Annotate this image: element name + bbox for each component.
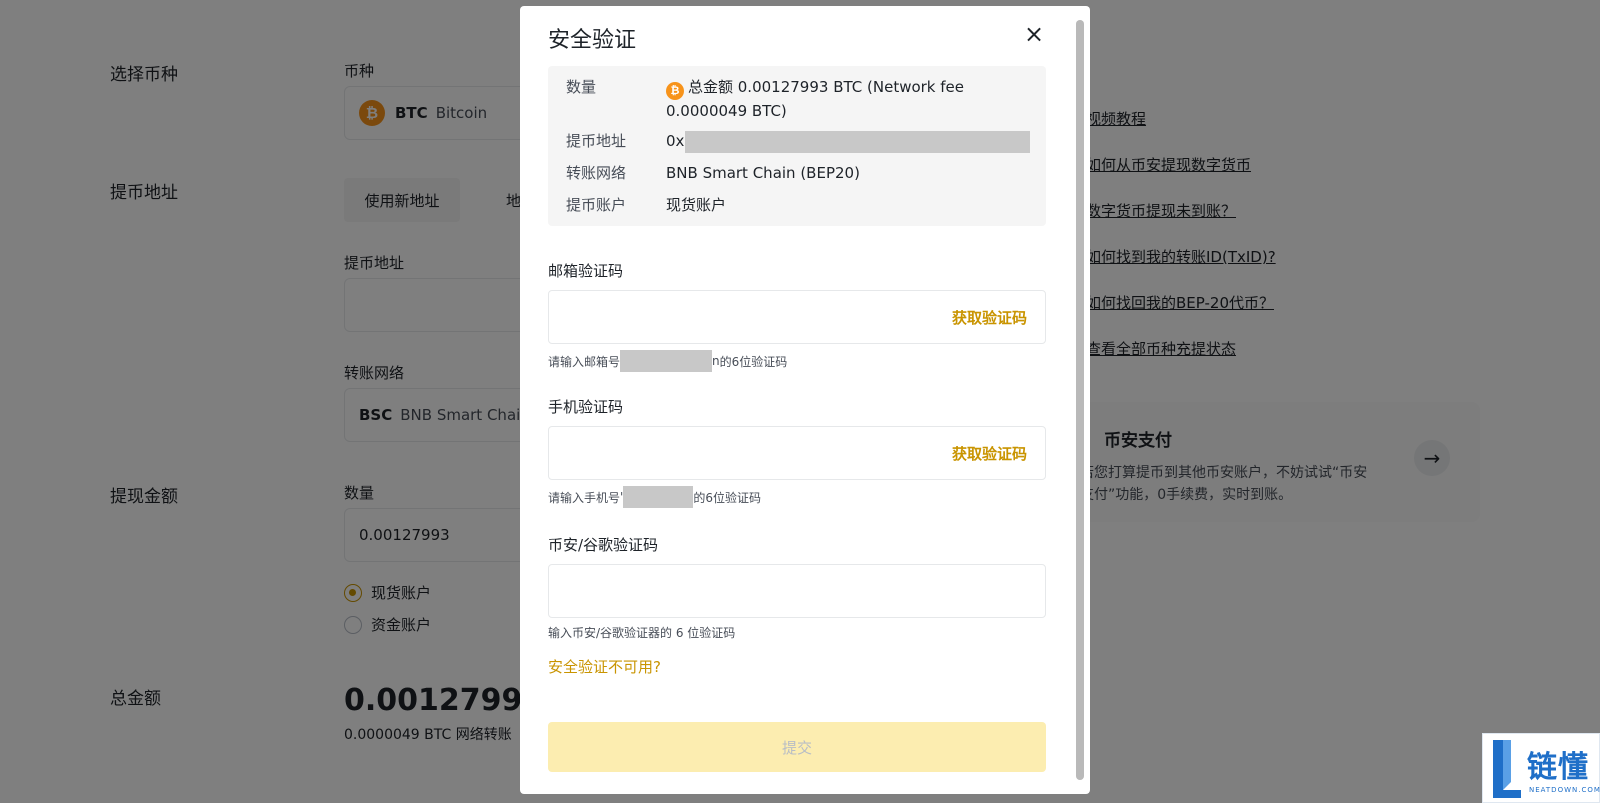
neatdown-logo-icon — [1493, 740, 1521, 798]
summary-address-label: 提币地址 — [566, 132, 627, 150]
summary-amount-value: 总金额 0.00127993 BTC (Network fee 0.000004… — [666, 78, 964, 120]
authenticator-code-hint: 输入币安/谷歌验证器的 6 位验证码 — [548, 626, 736, 640]
watermark-text: 链懂 — [1527, 750, 1589, 785]
security-unavailable-link[interactable]: 安全验证不可用? — [548, 656, 661, 677]
withdraw-summary: 数量 ₿ 总金额 0.00127993 BTC (Network fee 0.00… — [548, 66, 1046, 226]
scrollbar-thumb[interactable] — [1076, 20, 1084, 780]
authenticator-code-label: 币安/谷歌验证码 — [548, 536, 659, 554]
email-hint-mid: n — [712, 354, 720, 368]
modal-title: 安全验证 — [548, 28, 637, 53]
close-icon[interactable]: × — [1024, 20, 1044, 48]
security-verification-modal: 安全验证 × 数量 ₿ 总金额 0.00127993 BTC (Network f… — [520, 6, 1090, 794]
summary-network-label: 转账网络 — [566, 164, 627, 182]
summary-account-label: 提币账户 — [566, 196, 627, 214]
watermark-logo: 链懂 NEATDOWN.COM — [1482, 733, 1600, 803]
authenticator-code-input[interactable] — [548, 564, 1046, 618]
redacted-phone — [623, 486, 694, 508]
modal-scrollbar[interactable] — [1076, 20, 1084, 780]
summary-amount-label: 数量 — [566, 78, 597, 96]
email-code-hint: 请输入邮箱号 n 的6位验证码 — [548, 350, 787, 372]
summary-network-value: BNB Smart Chain (BEP20) — [666, 164, 860, 182]
bitcoin-icon: ₿ — [666, 81, 684, 100]
summary-row-network: 转账网络 BNB Smart Chain (BEP20) — [566, 162, 1036, 185]
email-hint-suffix: 的6位验证码 — [719, 354, 788, 369]
redacted-email — [620, 350, 713, 372]
phone-code-hint: 请输入手机号 ' 的6位验证码 — [548, 486, 761, 508]
summary-row-account: 提币账户 现货账户 — [566, 194, 1036, 217]
phone-code-label: 手机验证码 — [548, 398, 624, 416]
summary-address-prefix: 0x — [666, 132, 685, 150]
phone-get-code-button[interactable]: 获取验证码 — [952, 443, 1027, 464]
watermark-subtext: NEATDOWN.COM — [1529, 786, 1600, 794]
summary-account-value: 现货账户 — [666, 196, 727, 214]
email-code-label: 邮箱验证码 — [548, 262, 624, 280]
phone-code-input[interactable]: 获取验证码 — [548, 426, 1046, 480]
summary-row-amount: 数量 ₿ 总金额 0.00127993 BTC (Network fee 0.00… — [566, 76, 1036, 123]
phone-hint-suffix: 的6位验证码 — [693, 490, 761, 505]
email-get-code-button[interactable]: 获取验证码 — [952, 307, 1027, 328]
phone-hint-prefix: 请输入手机号 — [548, 490, 621, 505]
email-code-input[interactable]: 获取验证码 — [548, 290, 1046, 344]
redacted-address — [685, 130, 1031, 153]
submit-button[interactable]: 提交 — [548, 722, 1046, 772]
summary-row-address: 提币地址 0x — [566, 130, 1036, 153]
email-hint-prefix: 请输入邮箱号 — [548, 354, 621, 369]
